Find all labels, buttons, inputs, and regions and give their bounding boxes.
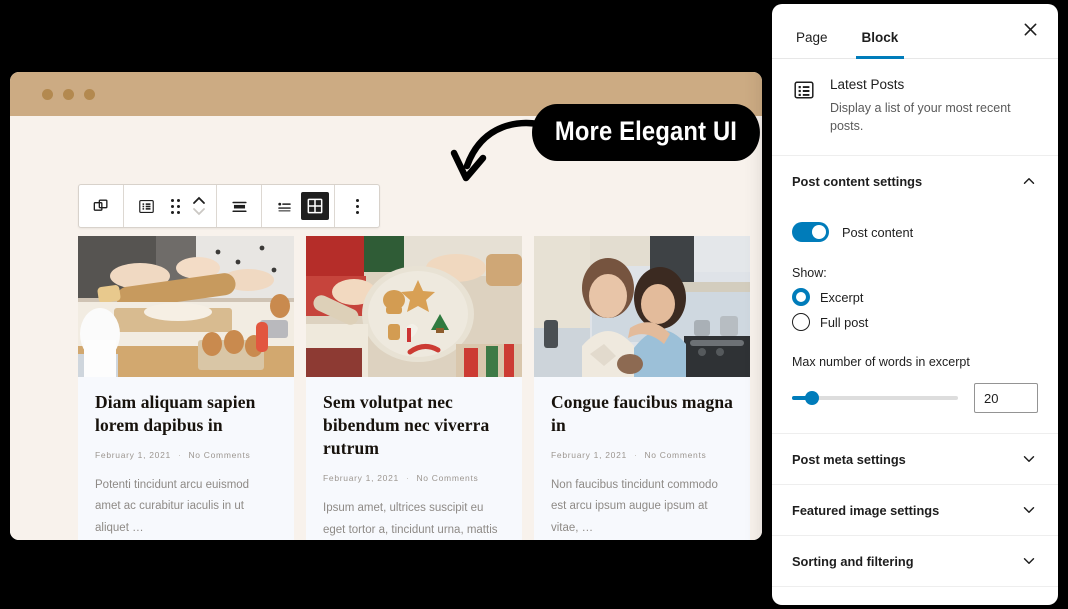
post-title[interactable]: Congue faucibus magna in (551, 391, 733, 437)
section-title: Post content settings (792, 173, 923, 189)
block-description: Display a list of your most recent posts… (830, 101, 1011, 134)
section-title: Featured image settings (792, 502, 940, 518)
section-title: Sorting and filtering (792, 553, 914, 569)
window-dot-minimize[interactable] (63, 88, 74, 100)
tab-page[interactable]: Page (790, 30, 834, 58)
tab-block[interactable]: Block (855, 30, 905, 59)
block-info-text: Latest Posts Display a list of your most… (830, 77, 1038, 135)
post-meta: February 1, 2021 · No Comments (323, 473, 505, 483)
toolbar-group-transform (79, 185, 124, 227)
align-center-icon (230, 197, 249, 216)
max-words-label: Max number of words in excerpt (792, 355, 970, 370)
show-label: Show: (792, 266, 827, 281)
post-comments: No Comments (416, 473, 479, 484)
post-body: Diam aliquam sapien lorem dapibus in Feb… (78, 377, 294, 540)
post-content-toggle[interactable] (792, 222, 829, 243)
block-info-card: Latest Posts Display a list of your most… (772, 59, 1058, 157)
drag-dots-icon (170, 198, 180, 214)
block-transform-button[interactable] (84, 186, 118, 226)
chevron-down-icon (1020, 450, 1038, 468)
post-excerpt: Potenti tincidunt arcu euismod amet ac c… (95, 479, 250, 534)
post-meta: February 1, 2021 · No Comments (95, 450, 277, 460)
toolbar-group-more (335, 185, 379, 227)
post-title[interactable]: Sem volutpat nec bibendum nec viverra ru… (323, 391, 505, 460)
post-body: Congue faucibus magna in February 1, 202… (534, 377, 750, 540)
block-settings-panel: Page Block Latest Posts Display a list o… (772, 4, 1058, 605)
toggle-knob (812, 225, 826, 240)
decorated-christmas-cookies-plate-photo (306, 236, 522, 377)
post-card[interactable]: Congue faucibus magna in February 1, 202… (534, 236, 750, 540)
meta-separator: · (177, 450, 182, 461)
radio-full-post[interactable] (792, 313, 810, 332)
section-post-meta-settings[interactable]: Post meta settings (772, 434, 1058, 486)
section-post-content-settings[interactable]: Post content settings (772, 156, 1058, 206)
panel-tabs: Page Block (772, 4, 1058, 59)
window-dot-maximize[interactable] (84, 88, 95, 100)
max-words-slider[interactable] (792, 391, 958, 406)
three-dots-vertical-icon (355, 198, 359, 214)
section-title: Post meta settings (792, 451, 906, 467)
align-button[interactable] (222, 186, 256, 226)
latest-posts-grid: Diam aliquam sapien lorem dapibus in Feb… (78, 236, 752, 540)
post-card[interactable]: Diam aliquam sapien lorem dapibus in Feb… (78, 236, 294, 540)
grid-layout-button[interactable] (301, 192, 329, 220)
block-toolbar[interactable] (78, 184, 380, 228)
grid-layout-icon (305, 196, 325, 216)
editor-canvas: Diam aliquam sapien lorem dapibus in Feb… (10, 116, 762, 540)
toolbar-group-block (124, 185, 217, 227)
radio-excerpt-label: Excerpt (820, 289, 864, 305)
toolbar-group-align (217, 185, 262, 227)
more-options-button[interactable] (340, 186, 374, 226)
post-card[interactable]: Sem volutpat nec bibendum nec viverra ru… (306, 236, 522, 540)
copy-blocks-icon (91, 196, 111, 216)
chevron-down-icon (1020, 501, 1038, 519)
post-comments: No Comments (188, 450, 251, 461)
post-thumbnail (78, 236, 294, 377)
post-comments: No Comments (644, 450, 707, 461)
radio-option-full-post[interactable]: Full post (792, 313, 1038, 332)
callout-bubble: More Elegant UI (532, 104, 760, 161)
people-rolling-dough-baking-photo (78, 236, 294, 377)
post-title[interactable]: Diam aliquam sapien lorem dapibus in (95, 391, 277, 437)
chevron-up-icon (1020, 172, 1038, 190)
list-layout-button[interactable] (267, 186, 301, 226)
meta-separator: · (405, 473, 410, 484)
latest-posts-block-icon (792, 78, 816, 102)
post-thumbnail (534, 236, 750, 377)
chevron-down-icon (1020, 552, 1038, 570)
post-thumbnail (306, 236, 522, 377)
panel-close-button[interactable] (1018, 20, 1042, 44)
block-type-button[interactable] (129, 186, 163, 226)
section-featured-image-settings[interactable]: Featured image settings (772, 485, 1058, 537)
max-words-control (792, 383, 1038, 414)
slider-thumb[interactable] (804, 391, 819, 406)
section-sorting-and-filtering[interactable]: Sorting and filtering (772, 536, 1058, 588)
radio-option-excerpt[interactable]: Excerpt (792, 288, 1038, 307)
post-meta: February 1, 2021 · No Comments (551, 450, 733, 460)
post-content-settings-body: Post content Show: Excerpt Full post Max… (772, 206, 1058, 435)
post-body: Sem volutpat nec bibendum nec viverra ru… (306, 377, 522, 540)
list-layout-icon (275, 197, 294, 216)
post-excerpt: Non faucibus tincidunt commodo est arcu … (551, 479, 718, 534)
close-icon (1023, 22, 1038, 42)
move-updown-button[interactable] (187, 186, 211, 226)
max-words-input[interactable] (974, 383, 1038, 414)
window-dot-close[interactable] (42, 88, 53, 100)
two-women-hugging-in-kitchen-photo (534, 236, 750, 377)
drag-handle-button[interactable] (163, 186, 187, 226)
list-view-icon (137, 197, 156, 216)
radio-excerpt[interactable] (792, 288, 810, 307)
chevron-up-down-icon (191, 194, 207, 218)
post-excerpt: Ipsum amet, ultrices suscipit eu eget to… (323, 502, 498, 536)
post-content-toggle-label: Post content (842, 224, 914, 240)
block-title: Latest Posts (830, 77, 905, 92)
post-date: February 1, 2021 (95, 450, 171, 461)
post-date: February 1, 2021 (551, 450, 627, 461)
meta-separator: · (633, 450, 638, 461)
radio-full-post-label: Full post (820, 314, 869, 330)
post-date: February 1, 2021 (323, 473, 399, 484)
post-content-toggle-row[interactable]: Post content (792, 222, 1038, 243)
toolbar-group-layout (262, 185, 335, 227)
